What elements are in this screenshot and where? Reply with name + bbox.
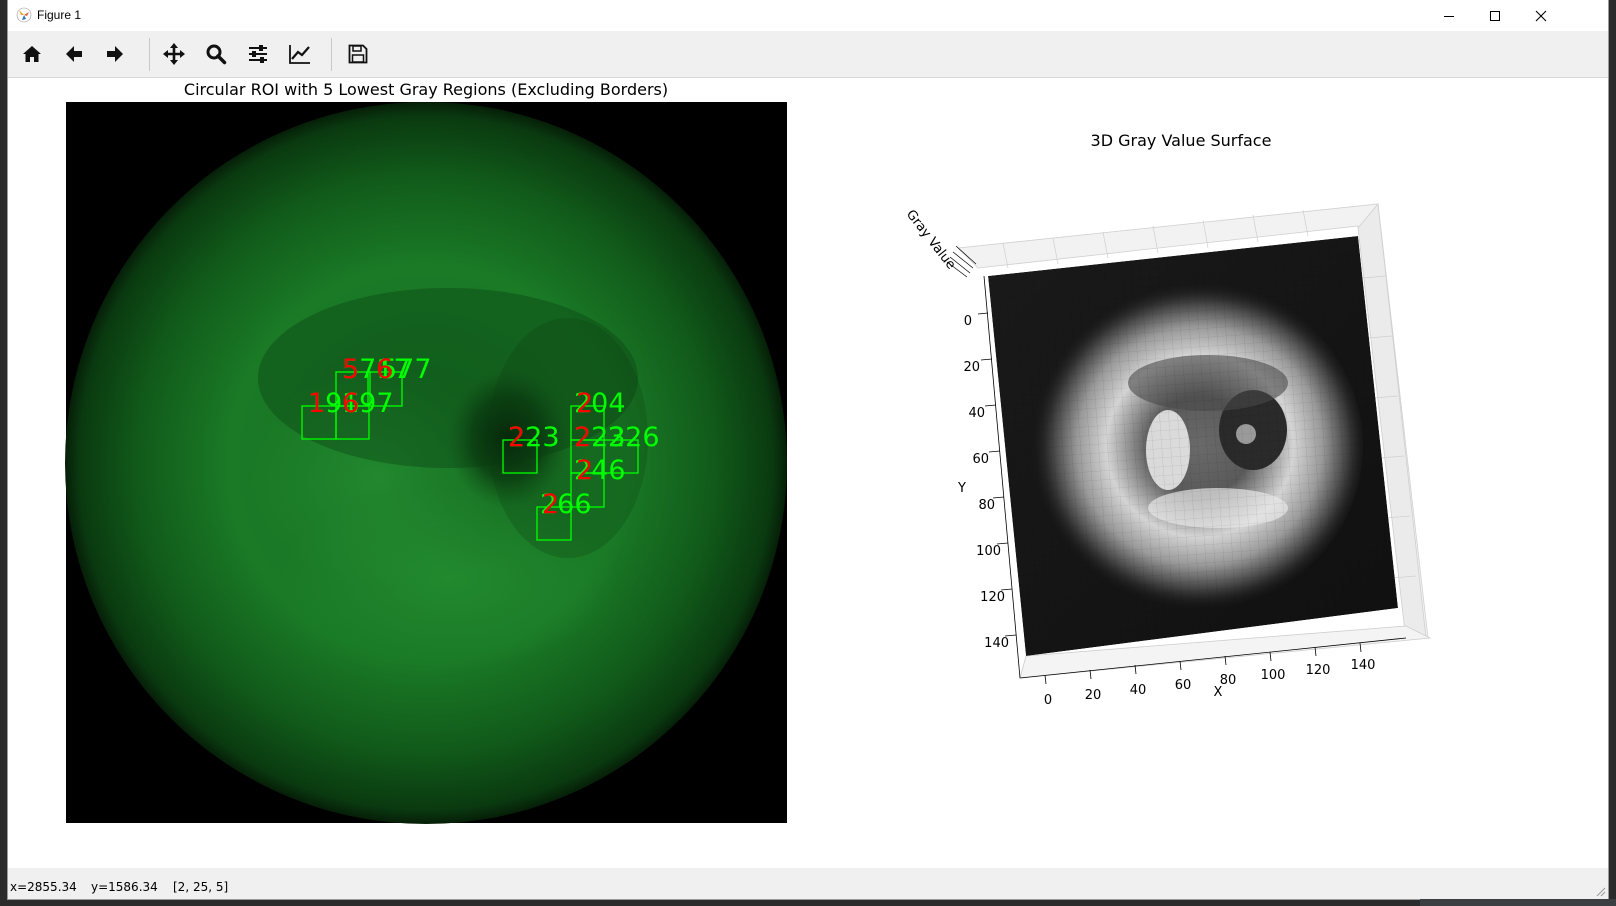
y-tick-label: 120	[980, 590, 1005, 605]
toolbar-separator	[149, 38, 150, 71]
y-tick-label: 60	[972, 452, 989, 467]
minimize-icon	[1444, 15, 1454, 17]
home-icon	[23, 46, 41, 62]
y-axis-label: Y	[957, 481, 966, 496]
z-axis-label: Gray Value	[903, 207, 958, 272]
rank-label: 2	[574, 422, 591, 453]
left-plot-title: Circular ROI with 5 Lowest Gray Regions …	[184, 80, 668, 99]
rank-label: 2	[508, 422, 525, 453]
right-plot-title: 3D Gray Value Surface	[1091, 131, 1272, 150]
maximize-button[interactable]	[1472, 0, 1518, 31]
y-tick-label: 80	[978, 498, 995, 513]
x-tick-label: 0	[1044, 693, 1052, 708]
cursor-y-readout: y=1586.34	[91, 880, 158, 894]
cursor-x-readout: x=2855.34	[10, 880, 77, 894]
line-chart-icon	[289, 45, 310, 64]
background-taskbar	[1420, 899, 1616, 906]
y-tick-label: 0	[964, 314, 972, 329]
maximize-icon	[1490, 10, 1500, 21]
y-tick-label: 140	[984, 636, 1009, 651]
figure-window: Figure 1 Circular ROI with 5 Lowest Gray…	[8, 0, 1608, 899]
y-tick-label: 100	[976, 544, 1001, 559]
matplotlib-logo-icon	[16, 7, 32, 23]
save-button[interactable]	[341, 38, 375, 70]
zoom-button[interactable]	[199, 38, 233, 70]
rank-label: 2	[542, 489, 559, 520]
arrow-right-icon	[107, 46, 123, 62]
rank-label: 6	[342, 388, 359, 419]
window-title: Figure 1	[37, 8, 82, 22]
title-bar: Figure 1	[8, 0, 1608, 32]
rank-label: 5	[342, 354, 359, 385]
rank-label: 2	[576, 455, 593, 486]
edit-axes-button[interactable]	[283, 38, 317, 70]
x-tick-label: 40	[1130, 683, 1147, 698]
navigation-toolbar	[8, 32, 1608, 78]
x-tick-label: 60	[1175, 678, 1192, 693]
magnifier-icon	[206, 44, 227, 65]
arrow-left-icon	[66, 46, 82, 62]
pan-button[interactable]	[157, 38, 191, 70]
y-tick-label: 20	[963, 360, 980, 375]
roi-image	[65, 102, 787, 824]
sliders-icon	[249, 45, 267, 63]
forward-button[interactable]	[98, 38, 132, 70]
surface-3d-plot: 0 20 40 60 80 100 120 140 X 0 20 40 60 8…	[903, 203, 1432, 708]
home-button[interactable]	[15, 38, 49, 70]
pixel-value-readout: [2, 25, 5]	[173, 880, 229, 894]
close-icon	[1535, 10, 1547, 21]
x-tick-label: 100	[1261, 668, 1286, 683]
x-axis-label: X	[1214, 685, 1223, 700]
floppy-disk-icon	[348, 44, 368, 64]
x-tick-label: 20	[1085, 688, 1102, 703]
back-button[interactable]	[57, 38, 91, 70]
rank-label: 6	[376, 354, 393, 385]
resize-grip-icon[interactable]	[1594, 885, 1606, 897]
figure-canvas[interactable]: Circular ROI with 5 Lowest Gray Regions …	[8, 78, 1608, 868]
move-icon	[163, 43, 185, 65]
rank-label: 1	[308, 388, 325, 419]
configure-subplots-button[interactable]	[241, 38, 275, 70]
x-tick-label: 140	[1351, 658, 1376, 673]
status-bar: x=2855.34 y=1586.34 [2, 25, 5]	[8, 868, 1608, 899]
roi-label: 226	[608, 422, 660, 453]
toolbar-separator	[331, 38, 332, 71]
minimize-button[interactable]	[1426, 0, 1472, 31]
figure-svg: Circular ROI with 5 Lowest Gray Regions …	[65, 80, 1432, 824]
close-button[interactable]	[1518, 0, 1564, 31]
x-tick-label: 120	[1306, 663, 1331, 678]
rank-label: 2	[576, 388, 593, 419]
y-tick-label: 40	[968, 406, 985, 421]
